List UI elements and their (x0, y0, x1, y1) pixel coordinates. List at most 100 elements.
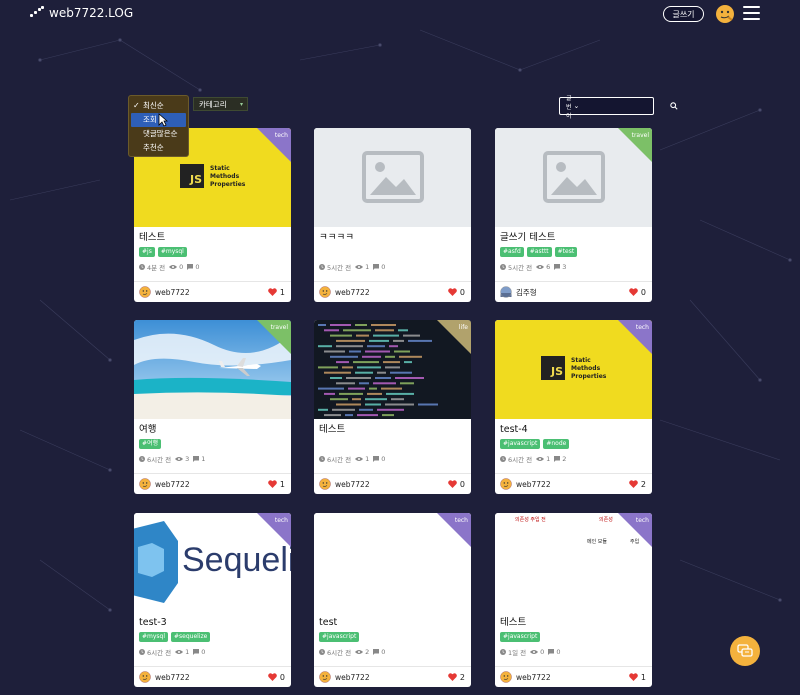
like-button[interactable]: 0 (448, 480, 465, 489)
post-title[interactable]: 테스트 (500, 617, 647, 629)
clock-icon (319, 264, 325, 270)
author-name[interactable]: web7722 (516, 673, 551, 682)
user-avatar[interactable] (715, 4, 735, 24)
hashtag[interactable]: #javascript (319, 632, 360, 642)
hashtag[interactable]: #여행 (139, 439, 162, 449)
hashtag[interactable]: #sequelize (171, 632, 211, 642)
comment-icon (373, 264, 380, 270)
author-name[interactable]: 김주형 (516, 287, 537, 298)
like-button[interactable]: 1 (268, 288, 285, 297)
like-button[interactable]: 0 (448, 288, 465, 297)
hamburger-icon[interactable] (743, 6, 760, 20)
post-thumbnail[interactable]: JS Static Methods Properties tech (495, 320, 652, 419)
post-thumbnail[interactable]: travel (134, 320, 291, 419)
post-meta: 6시간 전 1 0 (319, 454, 466, 464)
hashtag[interactable]: #javascript (500, 632, 541, 642)
post-card[interactable]: JS Static Methods Properties tech test-4… (495, 320, 652, 494)
eye-icon (355, 265, 364, 269)
search-bar: 글번이 ⌄ (559, 95, 678, 120)
clock-icon (500, 649, 506, 655)
post-title[interactable]: ㅋㅋㅋㅋ (319, 232, 466, 244)
hashtag[interactable]: #asfd (500, 247, 524, 257)
thumb-caption: Static Methods Properties (571, 357, 607, 380)
tag-list: #javascript (500, 632, 647, 643)
logo-text: web7722.LOG (49, 6, 134, 20)
author-name[interactable]: web7722 (155, 673, 190, 682)
heart-icon (268, 673, 277, 681)
post-title[interactable]: 여행 (139, 424, 286, 436)
eye-icon (355, 650, 364, 654)
hashtag[interactable]: #mysql (139, 632, 169, 642)
like-count: 0 (640, 287, 646, 297)
like-button[interactable]: 2 (629, 480, 646, 489)
heart-icon (268, 288, 277, 296)
logo-icon (30, 6, 44, 20)
post-thumbnail[interactable]: travel (495, 128, 652, 227)
post-card[interactable]: travel 글쓰기 테스트 #asfd #asttt #test 5시간 전 6 … (495, 128, 652, 302)
sort-option-comments[interactable]: 댓글많은순 (129, 127, 188, 141)
comment-icon (193, 456, 200, 462)
hashtag[interactable]: #node (543, 439, 570, 449)
author-name[interactable]: web7722 (335, 673, 370, 682)
hashtag[interactable]: #js (139, 247, 155, 257)
write-post-button[interactable]: 글쓰기 (663, 6, 704, 22)
like-button[interactable]: 0 (629, 288, 646, 297)
post-meta: 6시간 전 3 1 (139, 454, 286, 464)
post-thumbnail[interactable] (314, 128, 471, 227)
post-thumbnail[interactable]: Sequeli tech (134, 513, 291, 612)
eye-icon (530, 650, 539, 654)
author-name[interactable]: web7722 (335, 480, 370, 489)
hashtag[interactable]: #mysql (157, 247, 187, 257)
diagram-label-before: 의존성 주입 전 (515, 517, 546, 523)
post-title[interactable]: 테스트 (139, 232, 286, 244)
post-card[interactable]: travel 여행 #여행 6시간 전 3 1 web7722 1 (134, 320, 291, 494)
author-name[interactable]: web7722 (155, 480, 190, 489)
like-button[interactable]: 0 (268, 673, 285, 682)
post-card[interactable]: Sequeli tech test-3 #mysql #sequelize 6시간… (134, 513, 291, 687)
author-name[interactable]: web7722 (335, 288, 370, 297)
post-meta: 5시간 전 6 3 (500, 262, 647, 272)
mouse-cursor-icon (158, 113, 168, 127)
search-icon[interactable] (670, 99, 678, 113)
post-thumbnail[interactable]: life (314, 320, 471, 419)
post-card[interactable]: ㅋㅋㅋㅋ 5시간 전 1 0 web7722 0 (314, 128, 471, 302)
author-name[interactable]: web7722 (155, 288, 190, 297)
hashtag[interactable]: #test (554, 247, 578, 257)
view-count: 0 (540, 648, 545, 656)
chat-button[interactable] (730, 636, 760, 666)
post-card[interactable]: Controller Model View Database Client te… (314, 513, 471, 687)
author-avatar (139, 286, 151, 298)
tag-list: #javascript (319, 632, 466, 643)
like-button[interactable]: 1 (268, 480, 285, 489)
post-thumbnail[interactable]: 의존성 주입 전 의존성 메인 모듈 주입 tech (495, 513, 652, 612)
site-logo[interactable]: web7722.LOG (30, 6, 133, 20)
post-title[interactable]: test-4 (500, 424, 647, 436)
search-type-select[interactable]: 글번이 ⌄ (560, 93, 579, 120)
author-avatar (139, 478, 151, 490)
category-select[interactable]: 카테고리 ▾ (193, 97, 248, 111)
search-input[interactable] (579, 98, 671, 114)
sort-option-latest[interactable]: 최신순 (129, 99, 188, 113)
heart-icon (629, 480, 638, 488)
post-card[interactable]: 의존성 주입 전 의존성 메인 모듈 주입 tech 테스트 #javascri… (495, 513, 652, 687)
like-button[interactable]: 2 (448, 673, 465, 682)
sort-option-recommended[interactable]: 추천순 (129, 141, 188, 155)
post-card[interactable]: life 테스트 6시간 전 1 0 web7722 0 (314, 320, 471, 494)
post-title[interactable]: test (319, 617, 466, 629)
like-button[interactable]: 1 (629, 673, 646, 682)
author-name[interactable]: web7722 (516, 480, 551, 489)
post-thumbnail[interactable]: Controller Model View Database Client te… (314, 513, 471, 612)
post-title[interactable]: 글쓰기 테스트 (500, 232, 647, 244)
post-time: 6시간 전 (508, 456, 533, 464)
category-label: 카테고리 (199, 99, 227, 109)
comment-icon (373, 456, 380, 462)
hashtag[interactable]: #asttt (526, 247, 552, 257)
post-title[interactable]: test-3 (139, 617, 286, 629)
comment-count: 0 (381, 263, 386, 271)
hashtag[interactable]: #javascript (500, 439, 541, 449)
like-count: 1 (279, 287, 285, 297)
clock-icon (319, 456, 325, 462)
like-count: 2 (459, 672, 465, 682)
post-title[interactable]: 테스트 (319, 424, 466, 436)
eye-icon (175, 650, 184, 654)
